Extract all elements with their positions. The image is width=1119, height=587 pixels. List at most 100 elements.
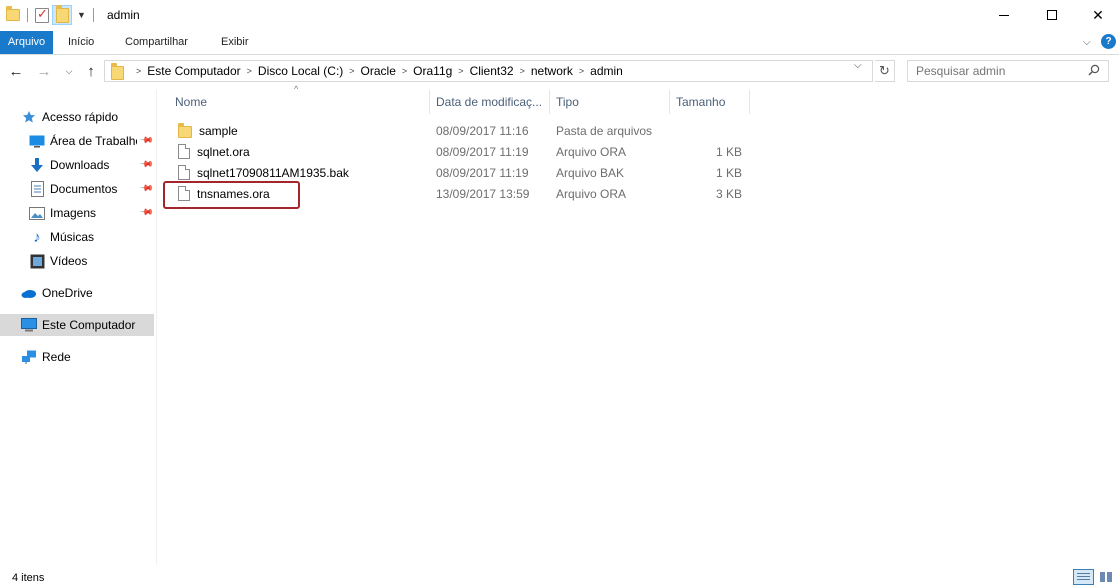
file-type: Arquivo ORA bbox=[556, 186, 627, 201]
computer-icon bbox=[21, 317, 37, 333]
sidebar-item-pictures[interactable]: Imagens bbox=[29, 202, 137, 224]
address-bar[interactable]: > Este Computador > Disco Local (C:) > O… bbox=[104, 60, 873, 82]
file-name: sqlnet17090811AM1935.bak bbox=[197, 165, 349, 180]
new-folder-button[interactable] bbox=[52, 4, 72, 25]
file-name-cell: sample bbox=[169, 123, 430, 138]
chevron-right-icon[interactable]: > bbox=[349, 66, 354, 76]
file-row[interactable]: sample 08/09/2017 11:16 Pasta de arquivo… bbox=[169, 120, 750, 141]
help-icon[interactable]: ? bbox=[1101, 34, 1116, 49]
sidebar-item-documents[interactable]: Documentos bbox=[29, 178, 137, 200]
file-type: Arquivo BAK bbox=[556, 165, 625, 180]
chevron-right-icon[interactable]: > bbox=[579, 66, 584, 76]
folder-icon bbox=[6, 6, 20, 21]
pictures-icon bbox=[29, 205, 45, 221]
forward-arrow-icon[interactable]: → bbox=[34, 60, 54, 82]
pin-icon[interactable]: 📌 bbox=[139, 157, 154, 173]
folder-icon bbox=[111, 62, 124, 80]
column-header-name[interactable]: Nome bbox=[169, 90, 430, 114]
file-name: sample bbox=[199, 123, 238, 138]
file-size: 1 KB bbox=[715, 144, 742, 159]
properties-icon[interactable] bbox=[35, 6, 49, 23]
tab-compartilhar[interactable]: Compartilhar bbox=[119, 31, 194, 54]
file-date: 08/09/2017 11:16 bbox=[436, 123, 529, 138]
sidebar-item-label: Vídeos bbox=[50, 254, 88, 268]
close-button[interactable]: ✕ bbox=[1075, 0, 1119, 30]
breadcrumb-item[interactable]: Client32 bbox=[470, 64, 514, 78]
sidebar-item-downloads[interactable]: Downloads bbox=[29, 154, 137, 176]
sidebar-item-onedrive[interactable]: OneDrive bbox=[21, 282, 151, 304]
refresh-icon[interactable]: ↻ bbox=[875, 60, 895, 82]
pin-icon[interactable]: 📌 bbox=[139, 181, 154, 197]
sidebar-item-desktop[interactable]: Área de Trabalho bbox=[29, 130, 137, 152]
divider bbox=[92, 8, 94, 22]
title-bar: ▼ admin ✕ bbox=[0, 0, 1119, 31]
pin-icon[interactable]: 📌 bbox=[139, 205, 154, 221]
folder-icon bbox=[178, 123, 192, 138]
back-arrow-icon[interactable]: ← bbox=[6, 60, 26, 82]
chevron-right-icon[interactable]: > bbox=[136, 66, 141, 76]
chevron-right-icon[interactable]: > bbox=[402, 66, 407, 76]
file-icon bbox=[178, 144, 190, 159]
item-count: 4 itens bbox=[12, 572, 45, 584]
file-row[interactable]: sqlnet17090811AM1935.bak 08/09/2017 11:1… bbox=[169, 162, 750, 183]
sidebar-item-music[interactable]: ♪ Músicas bbox=[29, 226, 137, 248]
chevron-right-icon[interactable]: > bbox=[247, 66, 252, 76]
pin-icon[interactable]: 📌 bbox=[139, 133, 154, 149]
file-size: 3 KB bbox=[715, 186, 742, 201]
sidebar-item-label: Músicas bbox=[50, 230, 95, 244]
search-icon[interactable] bbox=[1088, 64, 1100, 76]
documents-icon bbox=[29, 181, 45, 197]
breadcrumb-item[interactable]: Ora11g bbox=[413, 64, 452, 78]
navigation-bar: ← → ⌵ ↑ > Este Computador > Disco Local … bbox=[0, 56, 1119, 86]
sidebar-item-network[interactable]: Rede bbox=[21, 346, 151, 368]
window-title: admin bbox=[107, 8, 140, 22]
sidebar-item-quick-access[interactable]: Acesso rápido bbox=[21, 106, 151, 128]
sidebar-item-label: Rede bbox=[42, 350, 71, 364]
breadcrumb-item[interactable]: Disco Local (C:) bbox=[258, 64, 343, 78]
file-date: 08/09/2017 11:19 bbox=[436, 144, 529, 159]
maximize-button[interactable] bbox=[1029, 0, 1075, 30]
file-row[interactable]: sqlnet.ora 08/09/2017 11:19 Arquivo ORA … bbox=[169, 141, 750, 162]
column-header-size[interactable]: Tamanho bbox=[670, 90, 750, 114]
sidebar-item-this-pc[interactable]: Este Computador bbox=[0, 314, 154, 336]
file-date: 13/09/2017 13:59 bbox=[436, 186, 530, 201]
breadcrumb-item[interactable]: admin bbox=[590, 64, 623, 78]
status-bar: 4 itens bbox=[0, 566, 1119, 587]
sidebar-item-label: Área de Trabalho bbox=[50, 134, 137, 148]
file-icon bbox=[178, 165, 190, 180]
up-arrow-icon[interactable]: ↑ bbox=[81, 60, 101, 82]
star-icon bbox=[21, 109, 37, 125]
videos-icon bbox=[29, 253, 45, 269]
details-view-icon[interactable] bbox=[1073, 569, 1094, 585]
file-type: Arquivo ORA bbox=[556, 144, 627, 159]
recent-locations-chevron-icon[interactable]: ⌵ bbox=[62, 60, 76, 82]
expand-ribbon-chevron-icon[interactable]: ⌵ bbox=[1083, 34, 1091, 50]
column-header-type[interactable]: Tipo bbox=[550, 90, 670, 114]
sidebar-item-label: Este Computador bbox=[42, 318, 136, 332]
file-name-cell: sqlnet.ora bbox=[169, 144, 430, 159]
quick-access-toolbar: ▼ bbox=[6, 4, 98, 25]
minimize-button[interactable] bbox=[981, 0, 1027, 30]
navigation-pane: Acesso rápido Área de Trabalho 📌 Downloa… bbox=[0, 90, 157, 565]
breadcrumb-item[interactable]: Este Computador bbox=[147, 64, 240, 78]
chevron-right-icon[interactable]: > bbox=[520, 66, 525, 76]
desktop-icon bbox=[29, 133, 45, 149]
tab-arquivo[interactable]: Arquivo bbox=[0, 31, 53, 54]
sidebar-item-label: Documentos bbox=[50, 182, 118, 196]
sidebar-item-videos[interactable]: Vídeos bbox=[29, 250, 137, 272]
sidebar-item-label: Downloads bbox=[50, 158, 110, 172]
search-input[interactable] bbox=[907, 60, 1109, 82]
column-header-date[interactable]: Data de modificaç... bbox=[430, 90, 550, 114]
chevron-right-icon[interactable]: > bbox=[458, 66, 463, 76]
highlight-annotation-box bbox=[163, 181, 300, 209]
minimize-icon bbox=[999, 14, 1009, 16]
large-icons-view-icon[interactable] bbox=[1097, 569, 1115, 585]
breadcrumb-item[interactable]: Oracle bbox=[361, 64, 396, 78]
tab-inicio[interactable]: Início bbox=[62, 31, 100, 54]
divider bbox=[27, 8, 28, 22]
address-history-dropdown-icon[interactable]: ⌵ bbox=[854, 60, 862, 71]
tab-exibir[interactable]: Exibir bbox=[215, 31, 255, 54]
breadcrumb-item[interactable]: network bbox=[531, 64, 573, 78]
maximize-icon bbox=[1047, 10, 1057, 20]
customize-toolbar-dropdown-icon[interactable]: ▼ bbox=[77, 10, 86, 20]
